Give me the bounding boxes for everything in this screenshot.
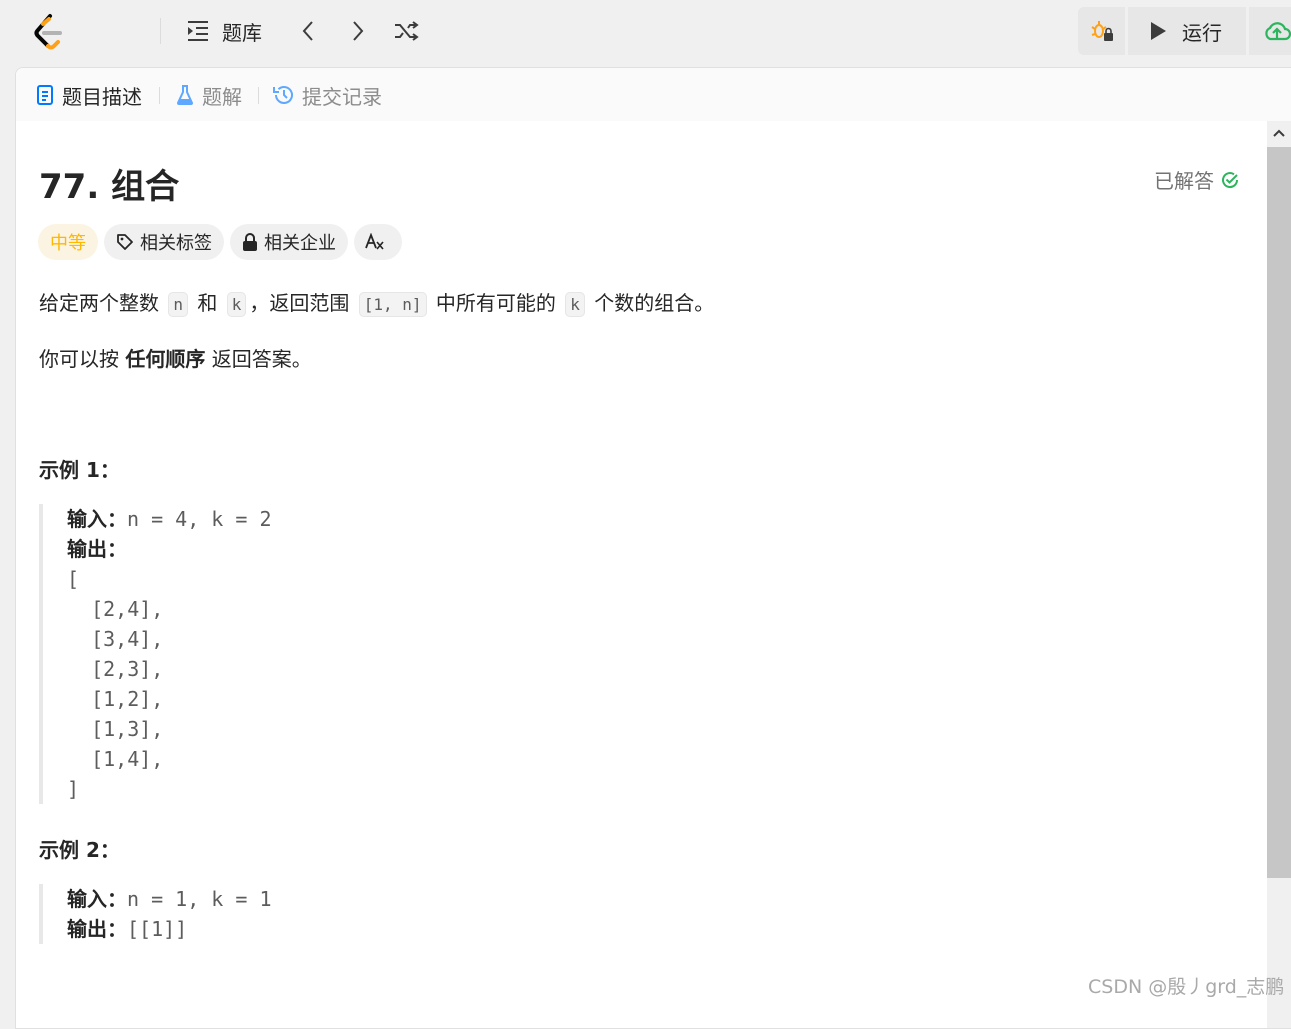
text-segment: 你可以按 bbox=[39, 347, 119, 371]
problem-content: 77. 组合 已解答 中等 相关标签 相关企业 给定两个整数 n 和 k ，返回… bbox=[16, 121, 1267, 1021]
nav-divider bbox=[160, 18, 161, 44]
run-label: 运行 bbox=[1182, 20, 1222, 45]
document-icon bbox=[37, 85, 53, 105]
inline-code: n bbox=[168, 292, 188, 317]
solved-status: 已解答 bbox=[1154, 165, 1240, 194]
leetcode-logo-icon[interactable] bbox=[30, 12, 66, 50]
output-line: [1,3], bbox=[67, 717, 164, 741]
problem-list-label: 题库 bbox=[222, 20, 262, 45]
related-companies-label: 相关企业 bbox=[264, 233, 336, 254]
problem-list-button[interactable]: 题库 bbox=[186, 14, 262, 48]
scroll-up-arrow-icon[interactable] bbox=[1272, 125, 1286, 139]
output-line: [1,2], bbox=[67, 687, 164, 711]
description-paragraph-1: 给定两个整数 n 和 k ，返回范围 [1, n] 中所有可能的 k 个数的组合。 bbox=[39, 287, 715, 317]
tab-description-label: 题目描述 bbox=[62, 84, 142, 109]
output-label: 输出： bbox=[67, 537, 127, 561]
related-companies-button[interactable]: 相关企业 bbox=[230, 224, 348, 260]
random-problem-button[interactable] bbox=[392, 14, 420, 48]
text-segment: 中所有可能的 bbox=[435, 291, 556, 315]
inline-code: k bbox=[565, 292, 585, 317]
tab-solutions[interactable]: 题解 bbox=[176, 81, 242, 109]
watermark: CSDN @殷丿grd_志鹏 bbox=[1088, 976, 1285, 998]
output-line: ] bbox=[67, 777, 80, 801]
text-segment: 和 bbox=[197, 291, 218, 315]
tab-solutions-label: 题解 bbox=[202, 84, 242, 109]
example-1-block: 输入：n = 4, k = 2 输出： [ [2,4], [3,4], [2,3… bbox=[39, 504, 272, 804]
flask-icon bbox=[176, 85, 194, 105]
solved-status-label: 已解答 bbox=[1154, 169, 1214, 193]
related-topics-button[interactable]: 相关标签 bbox=[104, 224, 224, 260]
debug-button[interactable] bbox=[1078, 7, 1125, 55]
example-2-heading: 示例 2： bbox=[39, 838, 120, 862]
input-label: 输入： bbox=[67, 887, 127, 911]
input-value: n = 1, k = 1 bbox=[127, 887, 272, 911]
list-indent-icon bbox=[188, 21, 208, 41]
bold-text: 任何顺序 bbox=[125, 347, 206, 371]
text-segment: 返回答案。 bbox=[211, 347, 312, 371]
related-topics-label: 相关标签 bbox=[140, 233, 212, 254]
run-button[interactable]: 运行 bbox=[1128, 7, 1246, 55]
tab-submissions-label: 提交记录 bbox=[302, 84, 382, 109]
top-navbar: 题库 运行 bbox=[0, 0, 1291, 64]
vertical-scrollbar[interactable] bbox=[1267, 121, 1291, 1028]
text-segment: ，返回范围 bbox=[249, 291, 350, 315]
play-icon bbox=[1151, 22, 1166, 40]
history-icon bbox=[273, 86, 293, 104]
next-problem-button[interactable] bbox=[346, 14, 370, 48]
output-label: 输出： bbox=[67, 917, 127, 941]
tag-icon bbox=[117, 234, 133, 250]
output-value: [[1]] bbox=[127, 917, 188, 941]
shuffle-icon bbox=[395, 21, 419, 41]
translate-icon bbox=[365, 233, 384, 250]
chevron-right-icon bbox=[353, 21, 364, 41]
chevron-left-icon bbox=[302, 21, 313, 41]
problem-tags: 中等 相关标签 相关企业 bbox=[38, 224, 402, 260]
output-line: [2,3], bbox=[67, 657, 164, 681]
scrollbar-thumb[interactable] bbox=[1267, 147, 1291, 878]
submit-button[interactable] bbox=[1249, 7, 1291, 55]
output-line: [2,4], bbox=[67, 597, 164, 621]
check-circle-icon bbox=[1222, 171, 1239, 188]
prev-problem-button[interactable] bbox=[296, 14, 320, 48]
input-value: n = 4, k = 2 bbox=[127, 507, 272, 531]
tab-divider bbox=[159, 87, 160, 104]
description-panel: 题目描述 题解 提交记录 77. 组合 已解答 中等 相关标签 相关企业 给定两… bbox=[15, 67, 1291, 1029]
difficulty-badge: 中等 bbox=[38, 224, 98, 260]
text-segment: 个数的组合。 bbox=[594, 291, 715, 315]
translate-button[interactable] bbox=[354, 224, 402, 260]
output-line: [3,4], bbox=[67, 627, 164, 651]
inline-code: [1, n] bbox=[358, 292, 427, 317]
bug-lock-icon bbox=[1090, 21, 1113, 41]
tab-description[interactable]: 题目描述 bbox=[36, 81, 142, 109]
tab-submissions[interactable]: 提交记录 bbox=[272, 81, 382, 109]
example-2-block: 输入：n = 1, k = 1 输出：[[1]] bbox=[39, 884, 272, 944]
cloud-upload-icon bbox=[1265, 22, 1291, 41]
lock-icon bbox=[243, 233, 257, 251]
input-label: 输入： bbox=[67, 507, 127, 531]
description-paragraph-2: 你可以按 任何顺序 返回答案。 bbox=[39, 343, 312, 372]
text-segment: 给定两个整数 bbox=[39, 291, 159, 315]
output-line: [1,4], bbox=[67, 747, 164, 771]
problem-title: 77. 组合 bbox=[39, 167, 180, 207]
example-1-heading: 示例 1： bbox=[39, 458, 120, 482]
panel-tab-bar: 题目描述 题解 提交记录 bbox=[16, 68, 1291, 121]
tab-divider bbox=[258, 87, 259, 104]
output-line: [ bbox=[67, 567, 80, 591]
inline-code: k bbox=[226, 292, 247, 317]
